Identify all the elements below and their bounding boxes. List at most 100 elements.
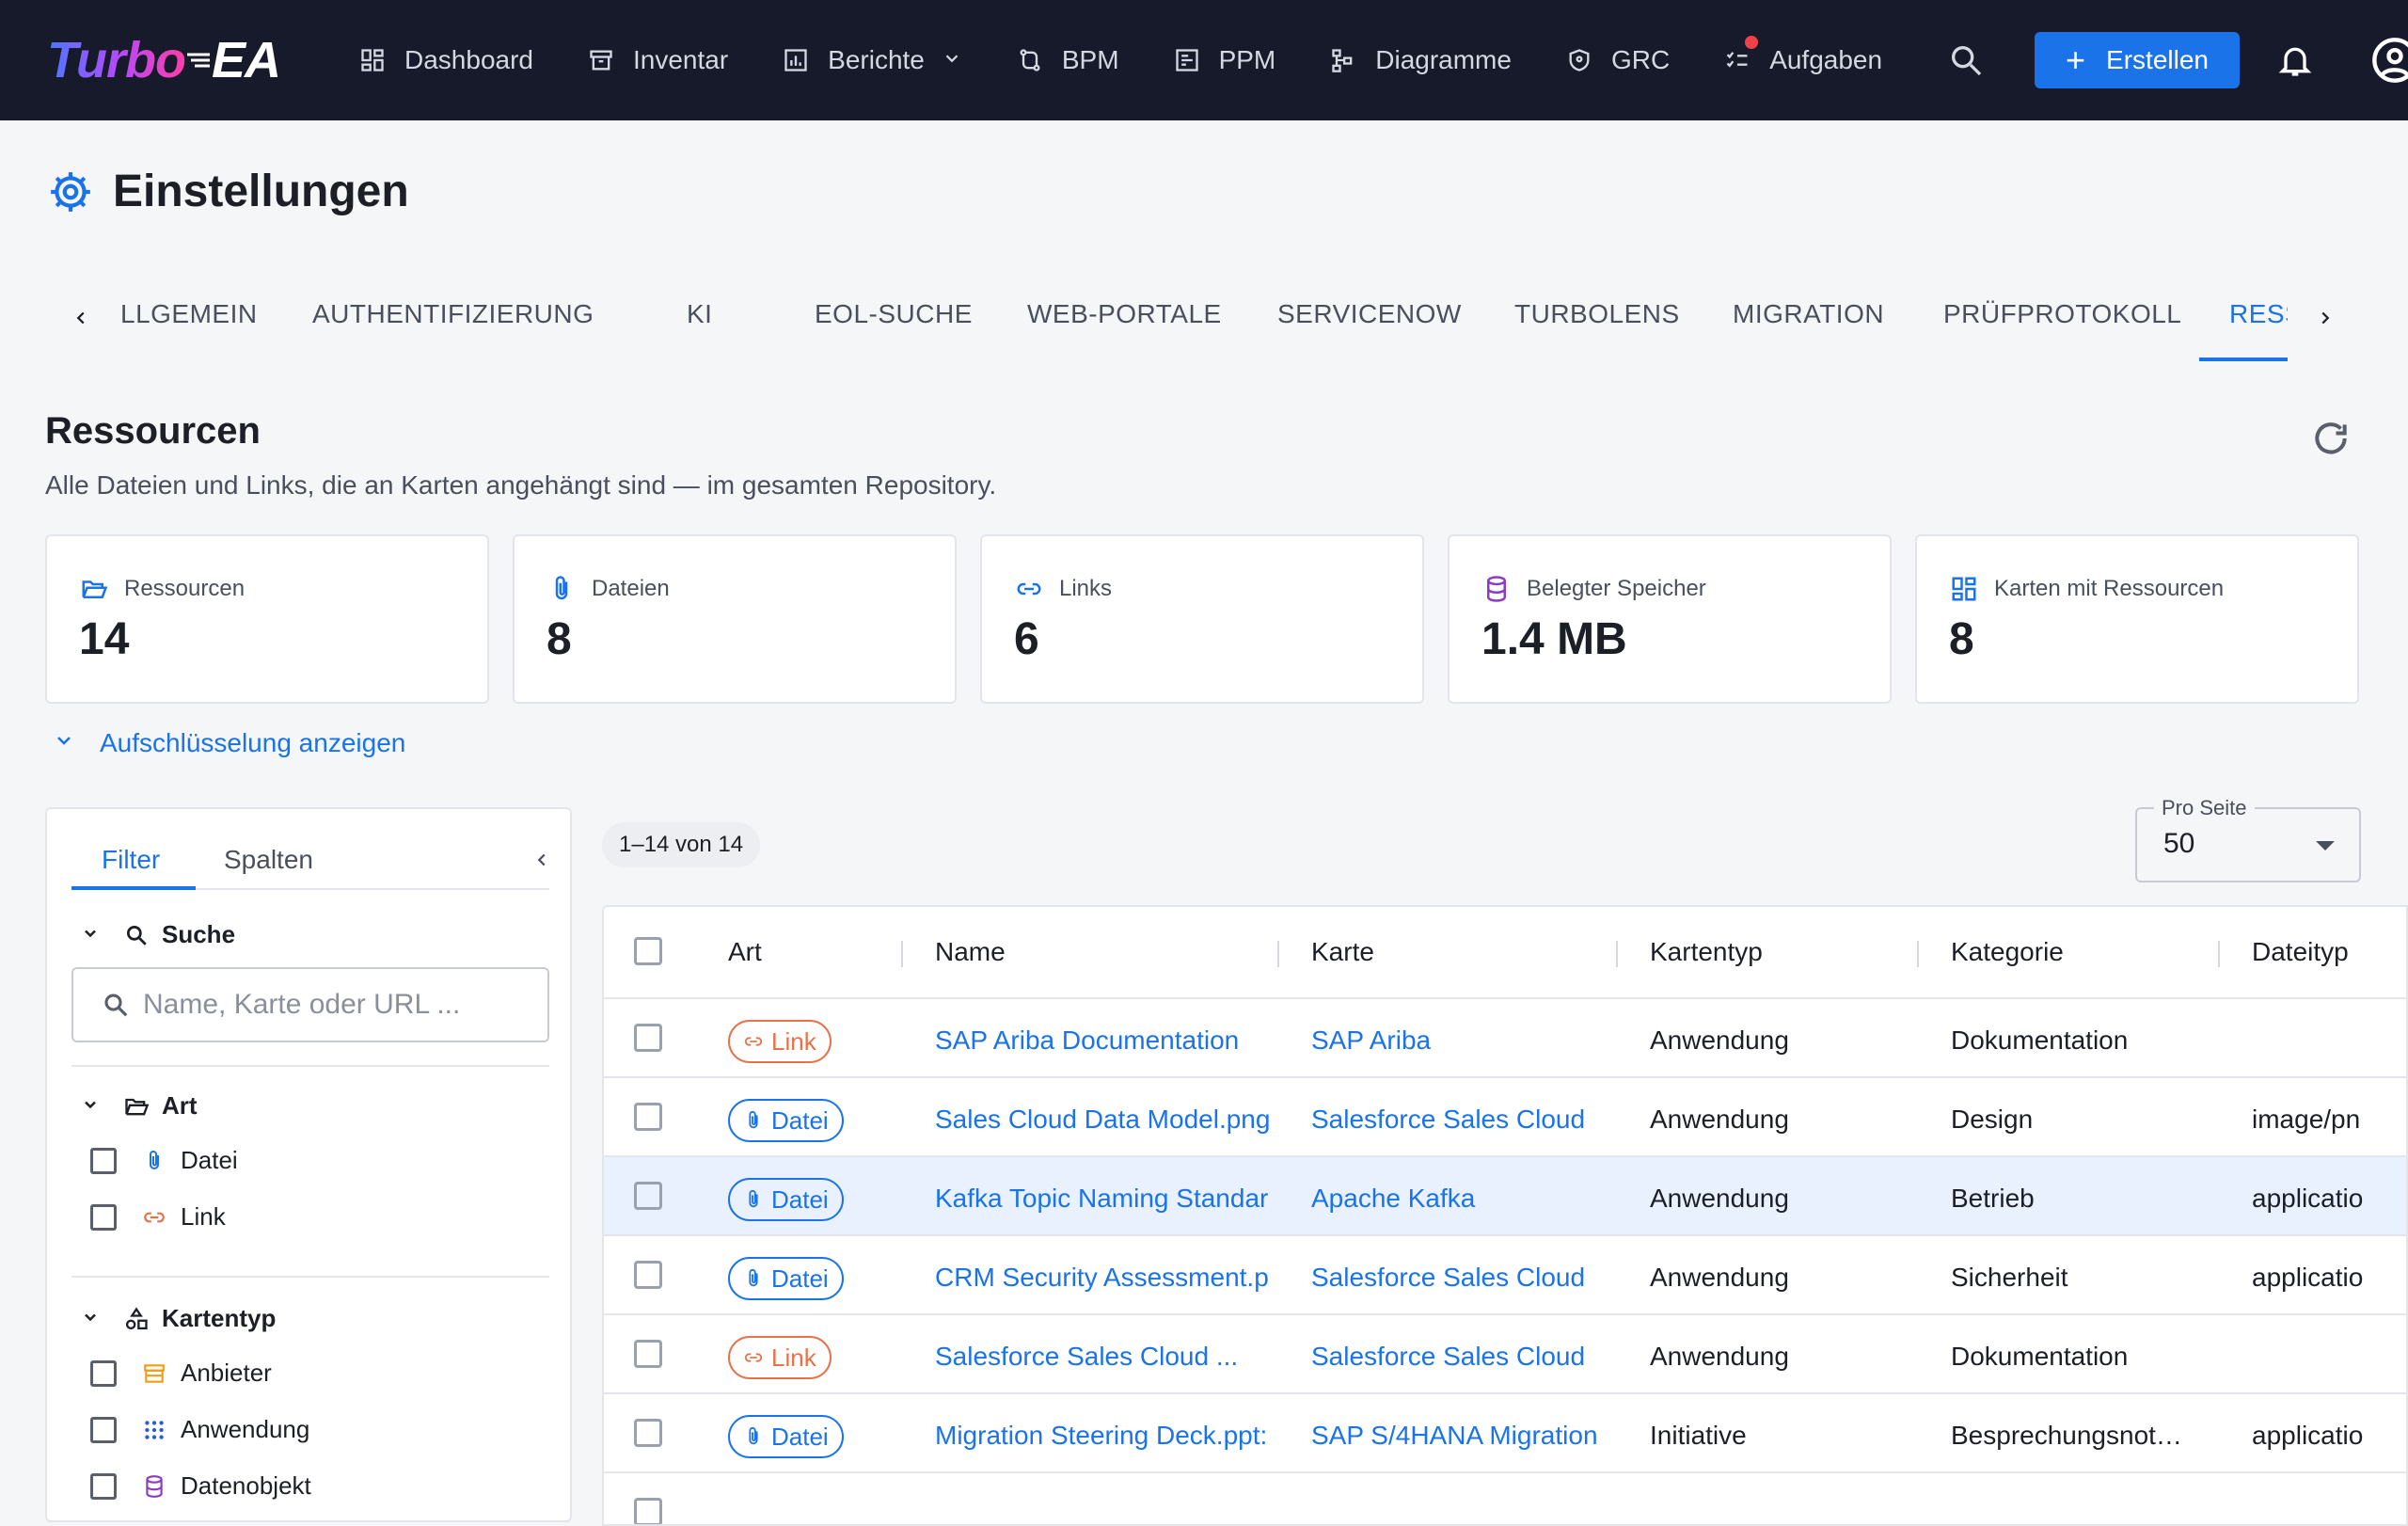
tab-pruefprotokoll[interactable]: PRÜFPROTOKOLL bbox=[1943, 299, 2181, 329]
tab-eol-suche[interactable]: EOL-SUCHE bbox=[815, 299, 973, 329]
column-header-kategorie[interactable]: Kategorie bbox=[1951, 937, 2064, 967]
select-all-checkbox[interactable] bbox=[634, 937, 662, 965]
search-section-label: Suche bbox=[162, 920, 236, 948]
tab-scroll-left-icon[interactable] bbox=[62, 299, 100, 337]
task-list-icon bbox=[1722, 45, 1752, 75]
create-button[interactable]: + Erstellen bbox=[2035, 32, 2240, 88]
tab-scroll-right-icon[interactable] bbox=[2306, 299, 2344, 337]
column-separator[interactable] bbox=[2218, 941, 2220, 967]
tab-turbolens[interactable]: TURBOLENS bbox=[1514, 299, 1680, 329]
table-row[interactable]: Link SAP Ariba Documentation SAP Ariba A… bbox=[604, 999, 2406, 1078]
column-separator[interactable] bbox=[901, 941, 903, 967]
kartentyp-section-header[interactable]: Kartentyp bbox=[81, 1304, 276, 1333]
filter-option-link[interactable]: Link bbox=[90, 1202, 226, 1232]
resource-name-link[interactable]: Migration Steering Deck.ppt: bbox=[935, 1421, 1274, 1451]
row-checkbox[interactable] bbox=[634, 1024, 662, 1052]
filter-option-datei[interactable]: Datei bbox=[90, 1146, 238, 1175]
tab-web-portale[interactable]: WEB-PORTALE bbox=[1027, 299, 1222, 329]
user-account-icon[interactable] bbox=[2370, 36, 2408, 85]
tab-spalten[interactable]: Spalten bbox=[224, 845, 313, 875]
cell-kartentyp: Initiative bbox=[1650, 1421, 1747, 1450]
row-checkbox[interactable] bbox=[634, 1340, 662, 1368]
table-row[interactable]: Datei Kafka Topic Naming Standar Apache … bbox=[604, 1157, 2406, 1236]
settings-tabs: LLGEMEIN AUTHENTIFIZIERUNG KI EOL-SUCHE … bbox=[0, 282, 2408, 363]
column-header-name[interactable]: Name bbox=[935, 937, 1006, 967]
resource-name-link[interactable]: SAP Ariba Documentation bbox=[935, 1025, 1274, 1056]
filter-option-anwendung[interactable]: Anwendung bbox=[90, 1415, 309, 1444]
row-checkbox[interactable] bbox=[634, 1261, 662, 1289]
show-breakdown-toggle[interactable]: Aufschlüsselung anzeigen bbox=[53, 728, 405, 758]
table-row[interactable]: Datei Migration Steering Deck.ppt: SAP S… bbox=[604, 1394, 2406, 1473]
nav-bpm[interactable]: BPM bbox=[1015, 0, 1119, 120]
table-row[interactable] bbox=[604, 1473, 2406, 1524]
chip-label: Link bbox=[771, 1026, 816, 1056]
tab-filter[interactable]: Filter bbox=[102, 845, 160, 875]
search-icon bbox=[122, 921, 150, 949]
dashboard-icon bbox=[357, 45, 388, 75]
per-page-select[interactable]: Pro Seite 50 bbox=[2135, 796, 2361, 882]
tab-ressourcen[interactable]: RESS bbox=[2229, 299, 2288, 329]
row-checkbox[interactable] bbox=[634, 1498, 662, 1524]
checkbox[interactable] bbox=[90, 1203, 117, 1231]
search-icon[interactable] bbox=[1947, 41, 1985, 79]
checkbox[interactable] bbox=[90, 1147, 117, 1174]
stat-label: Dateien bbox=[592, 576, 670, 601]
filter-option-anbieter[interactable]: Anbieter bbox=[90, 1359, 272, 1388]
tab-ki[interactable]: KI bbox=[687, 299, 712, 329]
filter-option-datenobjekt[interactable]: Datenobjekt bbox=[90, 1471, 311, 1501]
tab-migration[interactable]: MIGRATION bbox=[1733, 299, 1884, 329]
column-header-kartentyp[interactable]: Kartentyp bbox=[1650, 937, 1763, 967]
resource-name-link[interactable]: Sales Cloud Data Model.png bbox=[935, 1105, 1274, 1135]
row-checkbox[interactable] bbox=[634, 1103, 662, 1131]
card-link[interactable]: Salesforce Sales Cloud bbox=[1311, 1105, 1612, 1135]
row-checkbox[interactable] bbox=[634, 1182, 662, 1210]
filter-search-input[interactable] bbox=[143, 989, 538, 1021]
section-title: Ressourcen bbox=[45, 410, 261, 452]
refresh-icon[interactable] bbox=[2310, 418, 2352, 459]
card-link[interactable]: Apache Kafka bbox=[1311, 1184, 1612, 1214]
column-header-dateityp[interactable]: Dateityp bbox=[2252, 937, 2349, 967]
nav-diagramme[interactable]: Diagramme bbox=[1328, 0, 1512, 120]
cell-kartentyp: Anwendung bbox=[1650, 1025, 1789, 1055]
checkbox[interactable] bbox=[90, 1472, 117, 1500]
search-section-header[interactable]: Suche bbox=[81, 920, 235, 949]
collapse-panel-icon[interactable] bbox=[523, 841, 561, 879]
nav-inventar[interactable]: Inventar bbox=[586, 0, 728, 120]
card-link[interactable]: SAP S/4HANA Migration bbox=[1311, 1421, 1612, 1451]
table-row[interactable]: Link Salesforce Sales Cloud ... Salesfor… bbox=[604, 1315, 2406, 1394]
card-link[interactable]: SAP Ariba bbox=[1311, 1025, 1612, 1056]
column-separator[interactable] bbox=[1917, 941, 1919, 967]
tab-allgemein[interactable]: LLGEMEIN bbox=[120, 299, 258, 329]
table-row[interactable]: Datei CRM Security Assessment.p Salesfor… bbox=[604, 1236, 2406, 1315]
logo-dash-icon bbox=[186, 53, 210, 68]
nav-aufgaben[interactable]: Aufgaben bbox=[1722, 0, 1882, 120]
turbo-ea-logo[interactable]: Turbo EA bbox=[47, 32, 281, 88]
nav-grc[interactable]: GRC bbox=[1564, 0, 1670, 120]
table-row[interactable]: Datei Sales Cloud Data Model.png Salesfo… bbox=[604, 1078, 2406, 1157]
nav-dashboard-label: Dashboard bbox=[404, 45, 533, 74]
column-header-art[interactable]: Art bbox=[728, 937, 762, 967]
paperclip-icon bbox=[743, 1268, 764, 1289]
cell-dateityp: image/pn bbox=[2252, 1105, 2361, 1134]
resource-name-link[interactable]: Salesforce Sales Cloud ... bbox=[935, 1342, 1274, 1372]
bell-icon[interactable] bbox=[2276, 40, 2314, 81]
row-checkbox[interactable] bbox=[634, 1419, 662, 1447]
column-separator[interactable] bbox=[1616, 941, 1618, 967]
nav-dashboard[interactable]: Dashboard bbox=[357, 0, 533, 120]
column-separator[interactable] bbox=[1277, 941, 1279, 967]
resource-name-link[interactable]: CRM Security Assessment.p bbox=[935, 1263, 1274, 1293]
nav-ppm[interactable]: PPM bbox=[1172, 0, 1275, 120]
tab-servicenow[interactable]: SERVICENOW bbox=[1277, 299, 1462, 329]
chip-label: Datei bbox=[771, 1184, 829, 1214]
tab-authentifizierung[interactable]: AUTHENTIFIZIERUNG bbox=[312, 299, 594, 329]
column-header-karte[interactable]: Karte bbox=[1311, 937, 1374, 967]
resource-name-link[interactable]: Kafka Topic Naming Standar bbox=[935, 1184, 1274, 1214]
checkbox[interactable] bbox=[90, 1416, 117, 1443]
card-link[interactable]: Salesforce Sales Cloud bbox=[1311, 1263, 1612, 1293]
nav-diagramme-label: Diagramme bbox=[1375, 45, 1512, 74]
filter-search-field[interactable] bbox=[71, 967, 549, 1042]
art-section-header[interactable]: Art bbox=[81, 1091, 198, 1121]
checkbox[interactable] bbox=[90, 1359, 117, 1387]
card-link[interactable]: Salesforce Sales Cloud bbox=[1311, 1342, 1612, 1372]
nav-berichte[interactable]: Berichte bbox=[781, 0, 962, 120]
